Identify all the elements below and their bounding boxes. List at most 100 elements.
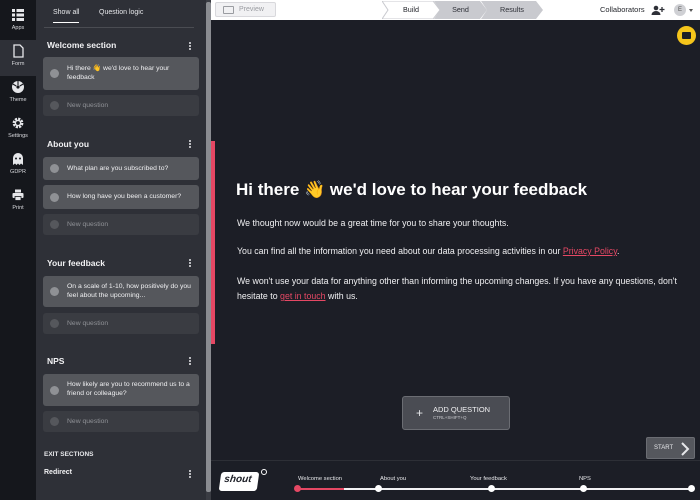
tab-question-logic[interactable]: Question logic bbox=[99, 9, 143, 16]
start-label: START bbox=[654, 445, 674, 451]
add-collaborator-icon[interactable] bbox=[651, 5, 665, 15]
new-question-label: New question bbox=[67, 102, 109, 109]
tab-show-all[interactable]: Show all bbox=[53, 9, 80, 23]
welcome-title: Hi there 👋 we'd love to hear your feedba… bbox=[236, 180, 588, 199]
question-text: Hi there 👋 we'd love to hear your feedba… bbox=[67, 65, 170, 81]
nav-dot-your-feedback[interactable] bbox=[488, 485, 495, 492]
rail-label: Theme bbox=[9, 97, 27, 103]
question-type-icon bbox=[50, 69, 59, 78]
welcome-paragraph: You can find all the information you nee… bbox=[237, 244, 667, 259]
add-question-label: ADD QUESTION bbox=[433, 405, 491, 414]
apps-grid-icon bbox=[12, 9, 24, 21]
rail-item-print[interactable]: Print bbox=[0, 184, 36, 220]
welcome-accent-bar bbox=[211, 141, 215, 344]
paragraph-text: You can find all the information you nee… bbox=[237, 246, 563, 256]
section-menu-icon[interactable] bbox=[186, 41, 194, 53]
new-question-button[interactable]: New question bbox=[43, 313, 199, 334]
question-text: How likely are you to recommend us to a … bbox=[67, 381, 190, 397]
nav-dot-end[interactable] bbox=[688, 485, 695, 492]
chevron-right-icon bbox=[681, 442, 690, 456]
step-results[interactable]: Results bbox=[481, 1, 543, 19]
section-title-nps: NPS bbox=[47, 356, 65, 366]
add-question-icon bbox=[50, 101, 59, 110]
rail-item-gdpr[interactable]: GDPR bbox=[0, 148, 36, 184]
add-question-shortcut: CTRL+SHIFT+Q bbox=[433, 415, 467, 420]
section-title-about-you: About you bbox=[47, 139, 90, 149]
question-card[interactable]: Hi there 👋 we'd love to hear your feedba… bbox=[43, 57, 199, 90]
design-image-button[interactable] bbox=[677, 26, 696, 45]
welcome-paragraph: We thought now would be a great time for… bbox=[237, 218, 509, 228]
nav-label-your-feedback[interactable]: Your feedback bbox=[470, 476, 507, 482]
nav-dot-about-you[interactable] bbox=[375, 485, 382, 492]
shout-logo: shout bbox=[218, 472, 260, 491]
user-avatar[interactable]: E bbox=[674, 4, 686, 16]
monitor-icon bbox=[223, 6, 234, 14]
paragraph-text: with us. bbox=[325, 291, 358, 301]
section-menu-icon[interactable] bbox=[186, 469, 194, 481]
paragraph-text: . bbox=[616, 246, 620, 256]
new-question-label: New question bbox=[67, 320, 109, 327]
nav-label-nps[interactable]: NPS bbox=[579, 476, 591, 482]
step-label: Send bbox=[452, 5, 469, 14]
nav-progress bbox=[298, 488, 344, 490]
chevron-down-icon[interactable] bbox=[689, 9, 693, 12]
question-type-icon bbox=[50, 385, 59, 395]
step-build[interactable]: Build bbox=[382, 1, 440, 19]
question-card[interactable]: On a scale of 1-10, how positively do yo… bbox=[43, 276, 199, 307]
question-text: On a scale of 1-10, how positively do yo… bbox=[67, 283, 191, 299]
nav-label-welcome[interactable]: Welcome section bbox=[298, 476, 342, 482]
icon-rail: Apps Form Theme Settings GDPR Print bbox=[0, 0, 36, 500]
nav-dot-welcome[interactable] bbox=[294, 485, 301, 492]
settings-gear-icon bbox=[12, 117, 24, 129]
section-menu-icon[interactable] bbox=[186, 258, 194, 270]
section-title-your-feedback: Your feedback bbox=[47, 258, 105, 268]
nav-dot-nps[interactable] bbox=[580, 485, 587, 492]
add-question-icon bbox=[50, 220, 59, 229]
step-label: Results bbox=[500, 5, 524, 14]
rail-label: Print bbox=[12, 205, 24, 211]
new-question-button[interactable]: New question bbox=[43, 214, 199, 235]
rail-label: Settings bbox=[8, 133, 28, 139]
start-button[interactable]: START bbox=[646, 437, 695, 459]
form-document-icon bbox=[13, 44, 24, 58]
question-text: How long have you been a customer? bbox=[67, 193, 182, 200]
registered-mark-icon bbox=[261, 469, 267, 475]
new-question-button[interactable]: New question bbox=[43, 95, 199, 116]
new-question-label: New question bbox=[67, 221, 109, 228]
image-icon bbox=[682, 32, 691, 39]
collaborators-link[interactable]: Collaborators bbox=[600, 0, 645, 20]
add-question-button[interactable]: + ADD QUESTION CTRL+SHIFT+Q bbox=[402, 396, 510, 430]
question-card[interactable]: What plan are you subscribed to? bbox=[43, 157, 199, 180]
form-canvas: Hi there 👋 we'd love to hear your feedba… bbox=[211, 20, 700, 460]
get-in-touch-link[interactable]: get in touch bbox=[280, 291, 325, 301]
question-type-icon bbox=[50, 164, 59, 173]
rail-item-apps[interactable]: Apps bbox=[0, 4, 36, 40]
question-card[interactable]: How likely are you to recommend us to a … bbox=[43, 374, 199, 406]
section-menu-icon[interactable] bbox=[186, 356, 194, 368]
question-sidebar: Show all Question logic Welcome section … bbox=[36, 0, 210, 500]
new-question-label: New question bbox=[67, 418, 109, 425]
tabs-divider bbox=[44, 27, 194, 28]
redirect-exit-section[interactable]: Redirect bbox=[44, 469, 72, 476]
rail-label: Apps bbox=[11, 25, 25, 31]
rail-item-settings[interactable]: Settings bbox=[0, 112, 36, 148]
theme-palette-icon bbox=[12, 81, 24, 93]
step-send[interactable]: Send bbox=[434, 1, 487, 19]
nav-label-about-you[interactable]: About you bbox=[380, 476, 406, 482]
preview-button[interactable]: Preview bbox=[215, 2, 276, 17]
app-root: Apps Form Theme Settings GDPR Print Show… bbox=[0, 0, 700, 500]
rail-item-theme[interactable]: Theme bbox=[0, 76, 36, 112]
question-card[interactable]: How long have you been a customer? bbox=[43, 185, 199, 209]
section-menu-icon[interactable] bbox=[186, 139, 194, 151]
welcome-paragraph: We won't use your data for anything othe… bbox=[237, 274, 677, 304]
preview-label: Preview bbox=[239, 6, 264, 13]
plus-icon: + bbox=[416, 406, 424, 420]
question-type-icon bbox=[50, 192, 59, 202]
add-question-icon bbox=[50, 417, 59, 426]
section-title-welcome: Welcome section bbox=[47, 40, 117, 50]
privacy-policy-link[interactable]: Privacy Policy bbox=[563, 246, 617, 256]
new-question-button[interactable]: New question bbox=[43, 411, 199, 432]
rail-label: Form bbox=[11, 61, 25, 67]
rail-item-form[interactable]: Form bbox=[0, 40, 36, 76]
print-icon bbox=[12, 189, 24, 201]
